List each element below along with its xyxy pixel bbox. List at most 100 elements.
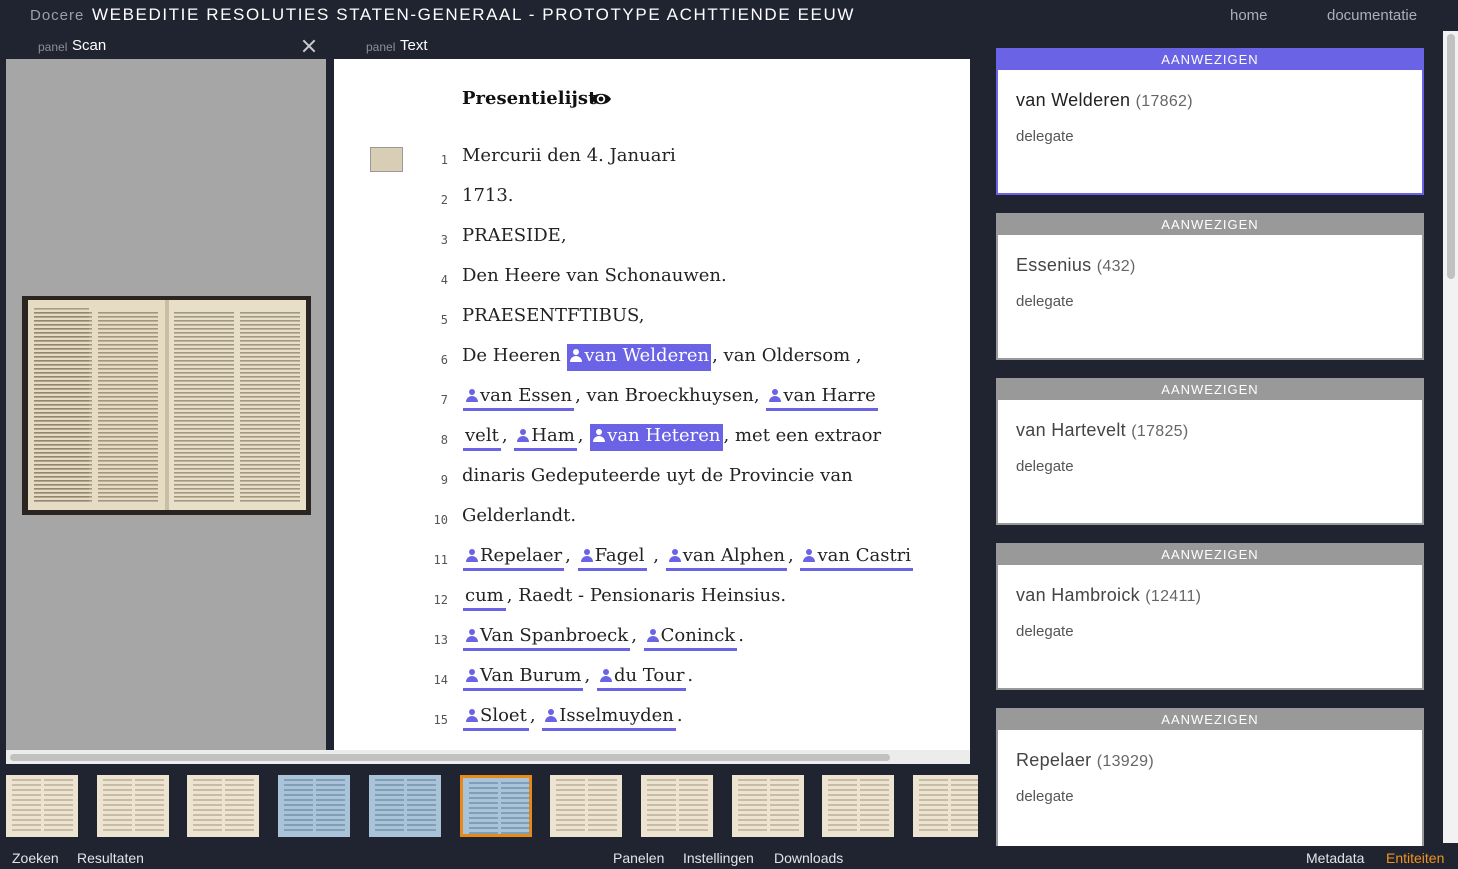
person-icon	[465, 708, 479, 722]
entity-mention[interactable]: Sloet	[463, 704, 529, 731]
entity-label: Fagel	[594, 545, 645, 566]
line-number: 9	[440, 473, 448, 487]
eye-icon[interactable]	[590, 89, 612, 114]
downloads-tab[interactable]: Downloads	[774, 850, 843, 866]
entity-mention[interactable]: Van Spanbroeck	[463, 624, 631, 651]
entity-mention[interactable]: van Harre	[766, 384, 878, 411]
entity-label: van Alphen	[682, 545, 786, 566]
metadata-tab[interactable]: Metadata	[1306, 850, 1364, 866]
scan-thumbnail[interactable]	[278, 775, 351, 837]
entity-card[interactable]: AANWEZIGEN van Hambroick (12411) delegate	[996, 543, 1424, 690]
instellingen-tab[interactable]: Instellingen	[683, 850, 754, 866]
scan-thumbnail[interactable]	[913, 775, 985, 837]
scan-thumbnail[interactable]	[459, 775, 532, 837]
entity-name-text: Repelaer	[1016, 750, 1097, 770]
scrollbar-thumb[interactable]	[10, 754, 890, 761]
nav-home-link[interactable]: home	[1230, 7, 1268, 24]
text-segment: dinaris Gedeputeerde uyt de Provincie va…	[462, 465, 853, 486]
app-title: WEBEDITIE RESOLUTIES STATEN-GENERAAL - P…	[92, 5, 855, 24]
text-line: 6 De Heeren van Welderen, van Oldersom ,	[334, 343, 970, 383]
entity-mention[interactable]: Coninck	[643, 624, 738, 651]
resultaten-tab[interactable]: Resultaten	[77, 850, 144, 866]
page-preview	[860, 779, 890, 831]
entity-mention[interactable]: Fagel	[577, 544, 647, 571]
page-preview	[12, 779, 41, 831]
close-icon[interactable]	[302, 39, 316, 53]
person-icon	[646, 628, 660, 642]
entity-card[interactable]: AANWEZIGEN Essenius (432) delegate	[996, 213, 1424, 360]
scan-thumbnail[interactable]	[368, 775, 441, 837]
entity-mention[interactable]: Ham	[514, 424, 577, 451]
entity-mention[interactable]: cum	[463, 584, 506, 611]
bottom-bar: Zoeken Resultaten Panelen Instellingen D…	[0, 846, 1458, 869]
thumbnail-strip	[0, 768, 985, 842]
line-text: Repelaer, Fagel , van Alphen, van Castri	[462, 543, 914, 571]
entity-role: delegate	[1016, 293, 1074, 310]
text-segment: , van Oldersom ,	[712, 345, 862, 366]
scan-thumbnail[interactable]	[822, 775, 895, 837]
entity-mention[interactable]: Van Burum	[463, 664, 584, 691]
panel-prefix-label: panel	[366, 40, 396, 54]
nav-documentatie-link[interactable]: documentatie	[1327, 7, 1417, 24]
entity-card[interactable]: AANWEZIGEN van Welderen (17862) delegate	[996, 48, 1424, 195]
page-preview	[951, 779, 980, 831]
entity-name: Repelaer (13929)	[1016, 750, 1154, 771]
person-icon	[668, 548, 682, 562]
person-icon	[802, 548, 816, 562]
vertical-scrollbar[interactable]	[1443, 31, 1458, 843]
entity-mention[interactable]: velt	[463, 424, 501, 451]
entity-mention[interactable]: van Heteren	[590, 424, 723, 451]
entity-card[interactable]: AANWEZIGEN Repelaer (13929) delegate	[996, 708, 1424, 855]
scan-thumbnail[interactable]	[187, 775, 260, 837]
person-icon	[592, 428, 606, 442]
text-segment: ,	[788, 545, 800, 566]
entity-mention[interactable]: Isselmuyden	[542, 704, 676, 731]
entity-mention[interactable]: van Welderen	[567, 344, 712, 371]
line-number: 7	[440, 393, 448, 407]
entity-card[interactable]: AANWEZIGEN van Hartevelt (17825) delegate	[996, 378, 1424, 525]
line-text: Van Spanbroeck, Coninck.	[462, 623, 744, 651]
text-segment: Den Heere van Schonauwen.	[462, 265, 727, 286]
entity-mention[interactable]: van Castri	[800, 544, 914, 571]
line-number: 5	[440, 313, 448, 327]
scrollbar-thumb[interactable]	[1447, 34, 1455, 279]
zoeken-tab[interactable]: Zoeken	[12, 850, 59, 866]
entity-card-header: AANWEZIGEN	[998, 50, 1422, 70]
page-preview	[678, 779, 708, 831]
brand-logo[interactable]: Docere	[30, 7, 84, 24]
panelen-tab[interactable]: Panelen	[613, 850, 664, 866]
page-preview	[737, 779, 767, 831]
entity-role: delegate	[1016, 128, 1074, 145]
scan-thumbnail[interactable]	[550, 775, 623, 837]
text-line: 13 Van Spanbroeck, Coninck.	[334, 623, 970, 663]
horizontal-scrollbar[interactable]	[6, 750, 970, 764]
entity-mention[interactable]: van Essen	[463, 384, 575, 411]
line-number: 2	[440, 193, 448, 207]
scan-thumbnail[interactable]	[96, 775, 169, 837]
line-text: Van Burum, du Tour.	[462, 663, 693, 691]
scan-thumbnail[interactable]	[640, 775, 713, 837]
entity-mention[interactable]: Repelaer	[463, 544, 565, 571]
scan-thumbnail[interactable]	[6, 775, 78, 837]
text-segment: , met een extraor	[723, 425, 882, 446]
entity-mention[interactable]: du Tour	[596, 664, 687, 691]
entity-label: cum	[465, 585, 504, 606]
page-preview	[44, 779, 73, 831]
entity-label: Van Spanbroeck	[480, 625, 629, 646]
person-icon	[465, 388, 479, 402]
entity-name-text: van Welderen	[1016, 90, 1136, 110]
person-icon	[465, 668, 479, 682]
line-number: 12	[433, 593, 448, 607]
scan-thumbnail[interactable]	[731, 775, 804, 837]
entity-mention[interactable]: van Alphen	[665, 544, 788, 571]
line-text: 1713.	[462, 183, 514, 209]
entity-id: (12411)	[1145, 588, 1202, 605]
scan-image[interactable]	[22, 296, 311, 515]
entity-card-header: AANWEZIGEN	[998, 545, 1422, 565]
entity-label: van Welderen	[584, 345, 710, 366]
entity-label: du Tour	[613, 665, 685, 686]
entiteiten-tab[interactable]: Entiteiten	[1386, 850, 1444, 866]
text-line: 1 Mercurii den 4. Januari	[334, 143, 970, 183]
text-line: 15 Sloet, Isselmuyden.	[334, 703, 970, 743]
entity-id: (13929)	[1096, 753, 1154, 770]
